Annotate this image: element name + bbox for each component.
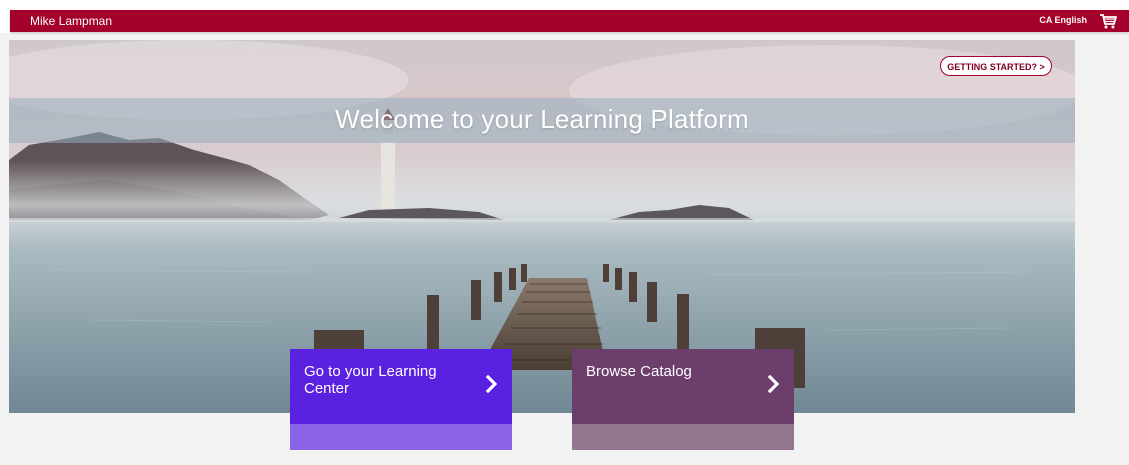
learning-center-tile-face: Go to your Learning Center bbox=[290, 349, 512, 424]
language-selector[interactable]: CA English bbox=[1039, 15, 1087, 25]
top-bar: Mike Lampman CA English bbox=[10, 10, 1129, 32]
browse-catalog-tile-footer bbox=[572, 424, 794, 450]
hero-banner: Welcome to your Learning Platform GETTIN… bbox=[9, 40, 1075, 413]
user-menu[interactable]: Mike Lampman bbox=[30, 14, 112, 28]
hero-title: Welcome to your Learning Platform bbox=[335, 104, 749, 134]
learning-center-label: Go to your Learning Center bbox=[304, 363, 437, 397]
browse-catalog-tile-face: Browse Catalog bbox=[572, 349, 794, 424]
learning-center-tile-footer bbox=[290, 424, 512, 450]
shopping-cart-icon[interactable] bbox=[1099, 12, 1117, 30]
learning-center-tile[interactable]: Go to your Learning Center bbox=[290, 349, 512, 450]
hero-background-image bbox=[9, 40, 1075, 413]
getting-started-button[interactable]: GETTING STARTED? > bbox=[940, 56, 1052, 76]
chevron-right-icon bbox=[768, 375, 780, 393]
browse-catalog-tile[interactable]: Browse Catalog bbox=[572, 349, 794, 450]
chevron-right-icon bbox=[486, 375, 498, 393]
browse-catalog-label: Browse Catalog bbox=[586, 363, 692, 380]
